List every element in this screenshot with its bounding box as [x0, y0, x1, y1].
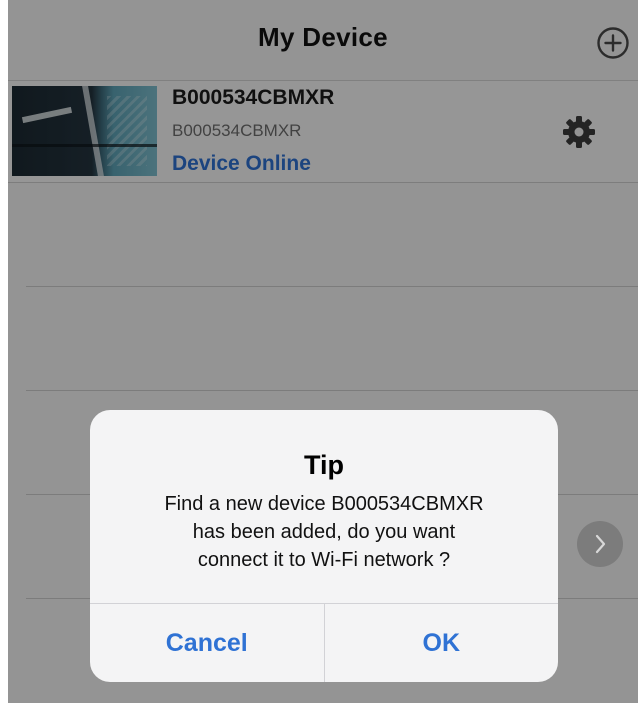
dialog-title: Tip [304, 450, 344, 480]
chevron-right-icon [595, 534, 606, 554]
next-button[interactable] [577, 521, 623, 567]
ok-button[interactable]: OK [325, 604, 559, 682]
dialog-message-line: connect it to Wi-Fi network ? [197, 549, 451, 571]
tip-dialog: Tip Find a new device B000534CBMXR has b… [90, 410, 558, 682]
dialog-message-line: has been added, do you want [192, 521, 456, 543]
dialog-message-line: Find a new device B000534CBMXR [164, 493, 484, 515]
cancel-button[interactable]: Cancel [90, 604, 325, 682]
dialog-message: Find a new device B000534CBMXR has been … [110, 490, 538, 574]
app-screen: My Device B000534CBMXR B000534CBMXR Devi… [8, 0, 638, 703]
dialog-actions: Cancel OK [90, 603, 558, 682]
